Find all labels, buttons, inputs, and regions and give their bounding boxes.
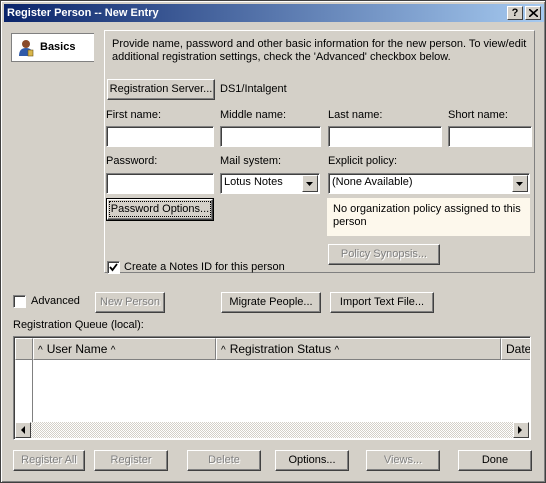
delete-button[interactable]: Delete xyxy=(187,450,261,471)
password-label: Password: xyxy=(106,155,158,167)
mail-system-dropdown-button[interactable] xyxy=(302,175,318,192)
last-name-label: Last name: xyxy=(328,109,383,121)
new-person-button[interactable]: New Person xyxy=(95,292,165,313)
sort-icon: ^ xyxy=(110,345,116,356)
create-notes-id-label: Create a Notes ID for this person xyxy=(124,261,285,273)
short-name-field[interactable] xyxy=(448,126,532,147)
registration-server-button[interactable]: Registration Server... xyxy=(107,79,215,100)
chevron-down-icon xyxy=(516,182,523,186)
column-header-date[interactable]: Date xyxy=(501,338,531,360)
window-title: Register Person -- New Entry xyxy=(7,7,159,19)
short-name-label: Short name: xyxy=(448,109,508,121)
explicit-policy-value: (None Available) xyxy=(332,176,413,188)
basics-panel xyxy=(104,30,535,273)
password-options-button[interactable]: Password Options... xyxy=(106,198,214,221)
registration-queue-label: Registration Queue (local): xyxy=(13,319,144,331)
checkmark-icon xyxy=(109,263,118,272)
password-options-button-label: Password Options... xyxy=(108,201,212,217)
column-header-registration-status[interactable]: ^ Registration Status ^ xyxy=(216,338,501,360)
explicit-policy-dropdown-button[interactable] xyxy=(512,175,528,192)
password-field[interactable] xyxy=(106,173,214,194)
register-all-button-label: Register All xyxy=(21,454,77,466)
sort-icon: ^ xyxy=(334,345,340,356)
explicit-policy-label: Explicit policy: xyxy=(328,155,398,167)
mail-system-select[interactable]: Lotus Notes xyxy=(220,173,320,194)
done-button[interactable]: Done xyxy=(458,450,532,471)
registration-server-button-label: Registration Server... xyxy=(109,83,213,95)
title-bar: Register Person -- New Entry ? xyxy=(4,4,544,22)
tab-basics[interactable]: Basics xyxy=(11,33,94,62)
migrate-people-button-label: Migrate People... xyxy=(229,296,313,308)
first-name-field[interactable] xyxy=(106,126,214,147)
last-name-field[interactable] xyxy=(328,126,442,147)
advanced-label: Advanced xyxy=(31,295,80,307)
create-notes-id-checkbox[interactable] xyxy=(107,261,120,274)
arrow-right-icon xyxy=(518,426,522,434)
chevron-down-icon xyxy=(306,182,313,186)
mail-system-value: Lotus Notes xyxy=(224,176,283,188)
column-header-blank xyxy=(15,338,33,360)
new-person-button-label: New Person xyxy=(100,296,160,308)
intro-text: Provide name, password and other basic i… xyxy=(112,38,527,63)
mail-system-label: Mail system: xyxy=(220,155,282,167)
tab-basics-label: Basics xyxy=(40,41,76,53)
arrow-left-icon xyxy=(21,426,25,434)
migrate-people-button[interactable]: Migrate People... xyxy=(221,292,321,313)
policy-synopsis-button-label: Policy Synopsis... xyxy=(340,248,428,260)
register-button-label: Register xyxy=(110,454,152,466)
registration-server-value: DS1/Intalgent xyxy=(220,83,287,95)
register-all-button[interactable]: Register All xyxy=(13,450,85,471)
views-button-label: Views... xyxy=(383,454,423,466)
sort-icon: ^ xyxy=(221,345,226,356)
help-button[interactable]: ? xyxy=(507,6,523,20)
first-name-label: First name: xyxy=(106,109,162,121)
done-button-label: Done xyxy=(481,454,509,466)
advanced-checkbox[interactable] xyxy=(13,295,26,308)
delete-button-label: Delete xyxy=(208,454,240,466)
close-button[interactable] xyxy=(525,6,541,20)
close-icon xyxy=(527,8,539,18)
explicit-policy-select[interactable]: (None Available) xyxy=(328,173,530,194)
import-text-file-button-label: Import Text File... xyxy=(339,296,425,308)
options-button-label: Options... xyxy=(288,454,336,466)
import-text-file-button[interactable]: Import Text File... xyxy=(330,292,434,313)
column-header-date-label: Date xyxy=(506,342,531,356)
column-header-user-name[interactable]: ^ User Name ^ xyxy=(33,338,216,360)
middle-name-label: Middle name: xyxy=(220,109,287,121)
policy-synopsis-button[interactable]: Policy Synopsis... xyxy=(328,244,440,265)
register-person-dialog: Register Person -- New Entry ? Basics Pr… xyxy=(0,0,546,483)
person-icon xyxy=(19,40,34,57)
register-button[interactable]: Register xyxy=(94,450,168,471)
scroll-right-button[interactable] xyxy=(513,422,529,438)
scroll-left-button[interactable] xyxy=(15,422,31,438)
row-divider xyxy=(32,360,33,422)
horizontal-scrollbar[interactable] xyxy=(15,422,529,438)
sort-icon: ^ xyxy=(38,345,43,356)
middle-name-field[interactable] xyxy=(220,126,321,147)
views-button[interactable]: Views... xyxy=(366,450,440,471)
column-header-user-name-label: User Name xyxy=(46,342,108,356)
registration-queue-table[interactable]: ^ User Name ^ ^ Registration Status ^ Date xyxy=(13,336,531,440)
options-button[interactable]: Options... xyxy=(275,450,349,471)
column-header-registration-status-label: Registration Status xyxy=(229,342,332,356)
policy-message: No organization policy assigned to this … xyxy=(327,198,530,236)
